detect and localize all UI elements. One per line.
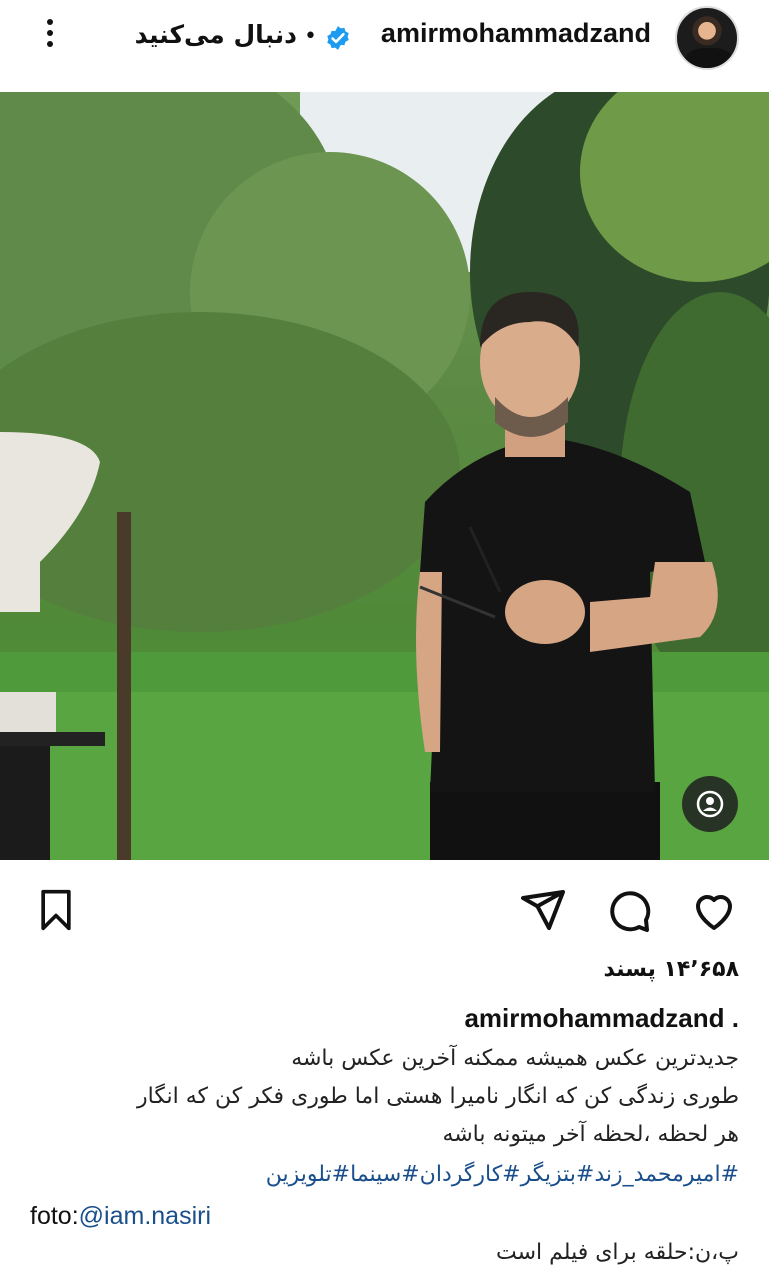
post-header: amirmohammadzand • دنبال می‌کنید <box>0 0 769 92</box>
avatar[interactable] <box>675 6 739 70</box>
bookmark-icon[interactable] <box>34 886 78 934</box>
separator-dot: • <box>304 24 317 49</box>
garden-photo <box>0 92 769 860</box>
following-button[interactable]: دنبال می‌کنید <box>135 20 297 49</box>
post-image[interactable] <box>0 92 769 860</box>
likes-count[interactable]: ۱۴٬۶۵۸ پسند <box>604 957 740 982</box>
caption-line-1: جدیدترین عکس همیشه ممکنه آخرین عکس باشه <box>291 1046 739 1071</box>
header-username[interactable]: amirmohammadzand <box>381 18 651 49</box>
caption-line-3: هر لحظه ،لحظه آخر میتونه باشه <box>442 1122 739 1147</box>
caption-ps: پ،ن:حلقه برای فیلم است <box>496 1240 739 1265</box>
verified-badge-icon <box>327 26 349 50</box>
action-bar <box>0 860 769 960</box>
photo-credit: foto:@iam.nasiri <box>30 1202 212 1230</box>
more-vertical-icon[interactable] <box>38 16 62 56</box>
comment-icon[interactable] <box>605 886 653 934</box>
caption-hashtags[interactable]: #امیرمحمد_زند#بتزیگر#کارگردان#سینما#تلوی… <box>266 1162 739 1187</box>
send-icon[interactable] <box>519 886 567 934</box>
caption-username[interactable]: amirmohammadzand . <box>464 1003 739 1034</box>
photo-credit-link[interactable]: @iam.nasiri <box>79 1202 211 1230</box>
user-tag-icon[interactable] <box>682 776 738 832</box>
heart-icon[interactable] <box>689 886 739 934</box>
caption-line-2: طوری زندگی کن که انگار نامیرا هستی اما ط… <box>137 1084 739 1109</box>
